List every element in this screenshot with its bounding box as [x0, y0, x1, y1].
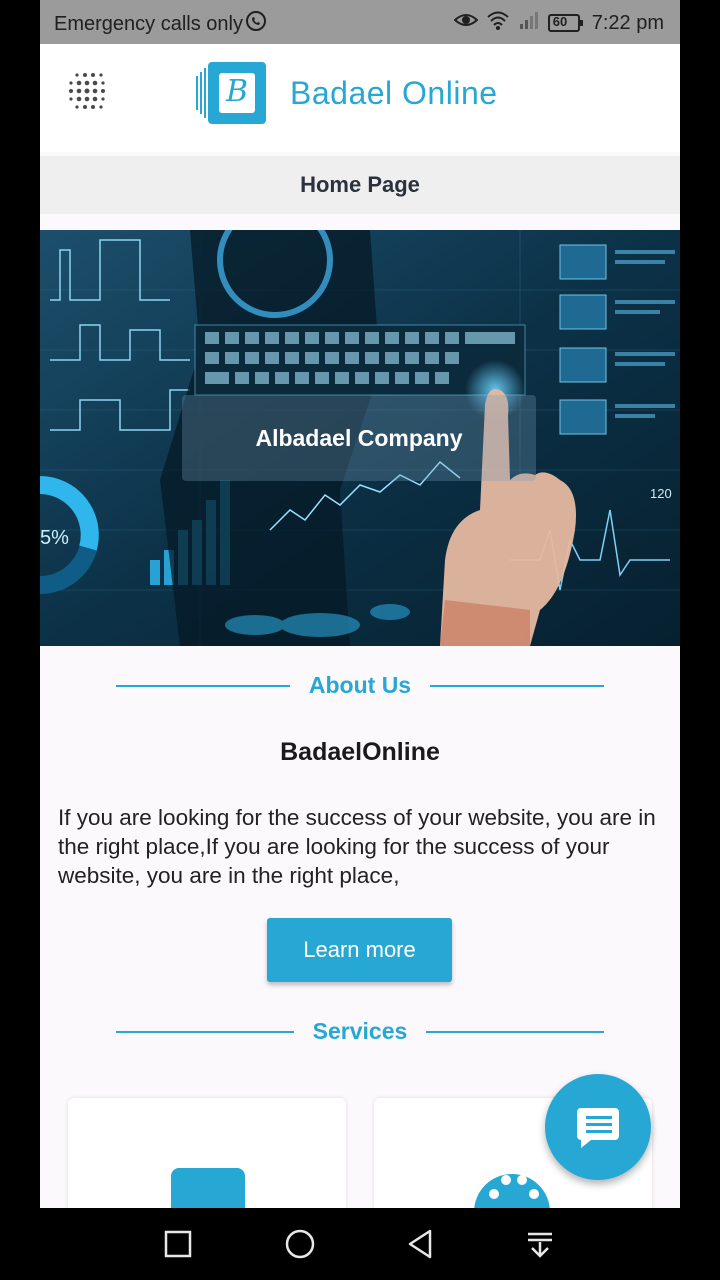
signal-icon	[518, 10, 540, 36]
hero-company-name: Albadael Company	[255, 425, 463, 451]
notification-pull-button[interactable]	[520, 1224, 560, 1264]
hero-reading-text: 120	[650, 486, 672, 501]
page-title: Home Page	[300, 172, 420, 197]
about-heading: About Us	[308, 672, 412, 698]
about-section-header: About Us	[40, 668, 680, 702]
chat-fab-button[interactable]	[545, 1074, 651, 1180]
app-title: Badael Online	[290, 74, 498, 111]
recent-apps-button[interactable]	[158, 1224, 198, 1264]
brand-logo-group[interactable]: B Badael Online	[194, 62, 498, 124]
chat-icon	[577, 1108, 619, 1148]
services-section-header: Services	[40, 1014, 680, 1048]
battery-level: 60	[552, 14, 568, 29]
square-icon	[164, 1230, 192, 1258]
menu-button[interactable]	[66, 70, 112, 116]
download-icon	[528, 1232, 552, 1258]
page-header: Home Page	[40, 156, 680, 214]
battery-icon: 60	[547, 13, 584, 33]
about-brand-name: BadaelOnline	[280, 738, 440, 766]
home-button[interactable]	[280, 1224, 320, 1264]
wifi-icon	[486, 10, 510, 36]
logo-letter: B	[225, 74, 249, 109]
circle-icon	[285, 1229, 315, 1259]
whatsapp-icon	[245, 10, 267, 38]
brand-logo: B	[194, 62, 268, 124]
learn-more-button[interactable]: Learn more	[267, 918, 452, 982]
app-bar: B Badael Online	[40, 44, 680, 152]
services-heading: Services	[312, 1018, 408, 1044]
hero-label: Albadael Company	[182, 395, 536, 481]
hero-percent-text: 5%	[40, 527, 69, 549]
eye-icon	[453, 11, 479, 35]
clock: 7:22 pm	[591, 11, 664, 34]
triangle-back-icon	[408, 1229, 432, 1259]
dots-grid-icon	[69, 73, 105, 109]
about-paragraph: If you are looking for the success of yo…	[58, 805, 656, 888]
carrier-text: Emergency calls only	[54, 12, 243, 35]
palette-icon	[474, 1174, 550, 1212]
hero-banner: 5% 120 Albadael Company	[40, 230, 680, 646]
back-button[interactable]	[400, 1224, 440, 1264]
app-screen: Emergency calls only 60 7:22 pm B Badael…	[40, 0, 680, 1280]
system-nav-bar	[40, 1208, 680, 1280]
status-bar: Emergency calls only 60 7:22 pm	[40, 0, 680, 44]
